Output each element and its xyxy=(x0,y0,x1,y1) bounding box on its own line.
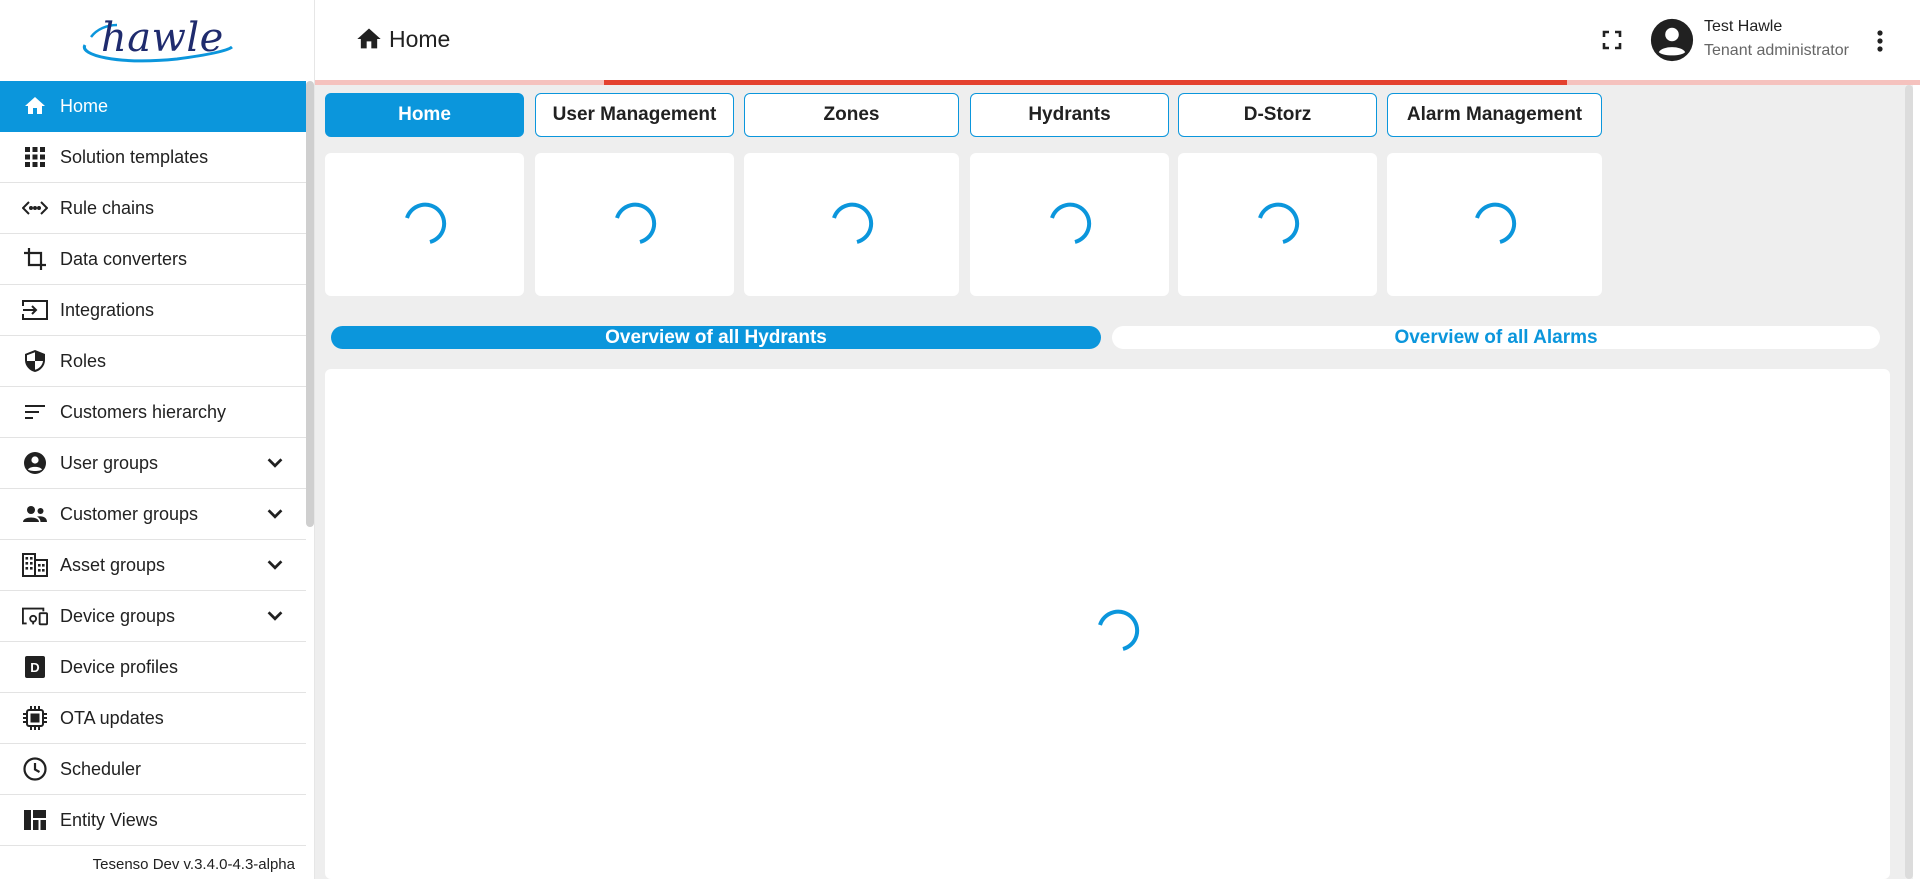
sidebar-item-entity-views[interactable]: Entity Views xyxy=(0,795,306,846)
tab-overview-hydrants[interactable]: Overview of all Hydrants xyxy=(331,326,1101,349)
loading-spinner-icon xyxy=(1050,202,1092,244)
sort-icon xyxy=(22,399,48,425)
sidebar-item-device-groups[interactable]: Device groups xyxy=(0,591,306,642)
tab-home[interactable]: Home xyxy=(325,93,524,137)
breadcrumb: Home xyxy=(355,25,450,53)
widget-card xyxy=(970,153,1169,296)
more-vert-icon[interactable] xyxy=(1868,27,1892,55)
sidebar-item-label: Entity Views xyxy=(60,809,158,830)
tab-overview-alarms[interactable]: Overview of all Alarms xyxy=(1112,326,1880,349)
dashboard-area: Home User Management Zones Hydrants D-St… xyxy=(315,85,1905,879)
crop-icon xyxy=(22,246,48,272)
breadcrumb-label: Home xyxy=(389,25,451,52)
sidebar-item-roles[interactable]: Roles xyxy=(0,336,306,387)
tab-alarm-management[interactable]: Alarm Management xyxy=(1387,93,1602,137)
sidebar-item-label: OTA updates xyxy=(60,707,164,728)
devices-other-icon xyxy=(22,603,48,629)
home-icon xyxy=(22,93,48,119)
sidebar-item-label: Roles xyxy=(60,350,107,371)
sidebar-item-home[interactable]: Home xyxy=(0,81,306,132)
sidebar-item-scheduler[interactable]: Scheduler xyxy=(0,744,306,795)
sidebar-item-label: Rule chains xyxy=(60,197,155,218)
clock-icon xyxy=(22,756,48,782)
sidebar-item-solution-templates[interactable]: Solution templates xyxy=(0,132,306,183)
overview-panel xyxy=(325,369,1890,879)
logo-text: hawle xyxy=(101,14,224,61)
version-label: Tesenso Dev v.3.4.0-4.3-alpha xyxy=(92,856,295,873)
loading-spinner-icon xyxy=(405,202,447,244)
chevron-down-icon[interactable] xyxy=(264,605,286,627)
widget-card xyxy=(325,153,524,296)
sidebar-item-asset-groups[interactable]: Asset groups xyxy=(0,540,306,591)
widget-card xyxy=(1178,153,1377,296)
sidebar: hawle Home Solution templates Rule chain… xyxy=(0,0,315,879)
widget-card xyxy=(535,153,734,296)
tab-d-storz[interactable]: D-Storz xyxy=(1178,93,1377,137)
sidebar-item-customer-groups[interactable]: Customer groups xyxy=(0,489,306,540)
widget-card xyxy=(744,153,959,296)
account-circle-icon xyxy=(22,450,48,476)
sidebar-item-customers-hierarchy[interactable]: Customers hierarchy xyxy=(0,387,306,438)
memory-chip-icon xyxy=(22,705,48,731)
chevron-down-icon[interactable] xyxy=(264,452,286,474)
chevron-down-icon[interactable] xyxy=(264,503,286,525)
sidebar-item-label: Solution templates xyxy=(60,146,209,167)
apps-grid-icon xyxy=(22,144,48,170)
widget-card xyxy=(1387,153,1602,296)
view-quilt-icon xyxy=(22,807,48,833)
tab-hydrants[interactable]: Hydrants xyxy=(970,93,1169,137)
sidebar-item-label: Integrations xyxy=(60,299,155,320)
input-icon xyxy=(22,297,48,323)
sidebar-menu: Home Solution templates Rule chains Data… xyxy=(0,81,306,846)
sidebar-item-integrations[interactable]: Integrations xyxy=(0,285,306,336)
user-name[interactable]: Test Hawle xyxy=(1704,18,1782,36)
sidebar-item-label: Scheduler xyxy=(60,758,142,779)
loading-spinner-icon xyxy=(832,202,874,244)
sidebar-item-label: Data converters xyxy=(60,248,188,269)
tab-user-management[interactable]: User Management xyxy=(535,93,734,137)
loading-spinner-icon xyxy=(1098,609,1140,651)
shield-icon xyxy=(22,348,48,374)
tab-zones[interactable]: Zones xyxy=(744,93,959,137)
sidebar-scrollbar[interactable] xyxy=(306,81,314,527)
sidebar-item-device-profiles[interactable]: D Device profiles xyxy=(0,642,306,693)
loading-spinner-icon xyxy=(1475,202,1517,244)
main-scrollbar[interactable] xyxy=(1905,85,1913,879)
loading-spinner-icon xyxy=(1258,202,1300,244)
hawle-logo[interactable]: hawle xyxy=(77,11,237,71)
top-bar: Home Test Hawle Tenant administrator xyxy=(315,0,1920,81)
sidebar-item-rule-chains[interactable]: Rule chains xyxy=(0,183,306,234)
user-role: Tenant administrator xyxy=(1704,42,1849,59)
main-scrollbar-thumb[interactable] xyxy=(1905,85,1913,879)
fullscreen-icon[interactable] xyxy=(1600,28,1624,52)
logo-area: hawle xyxy=(0,0,314,81)
svg-text:D: D xyxy=(30,660,39,675)
home-icon xyxy=(357,28,381,49)
sidebar-item-label: Customers hierarchy xyxy=(60,401,227,422)
sidebar-item-user-groups[interactable]: User groups xyxy=(0,438,306,489)
sidebar-item-ota-updates[interactable]: OTA updates xyxy=(0,693,306,744)
code-arrows-icon xyxy=(22,195,48,221)
sidebar-item-data-converters[interactable]: Data converters xyxy=(0,234,306,285)
supervisor-account-icon xyxy=(22,501,48,527)
user-avatar-icon[interactable] xyxy=(1650,18,1694,62)
domain-icon xyxy=(22,552,48,578)
sidebar-item-label: Home xyxy=(60,95,109,116)
chevron-down-icon[interactable] xyxy=(264,554,286,576)
loading-spinner-icon xyxy=(615,202,657,244)
device-profile-icon: D xyxy=(22,654,48,680)
sidebar-item-label: Device profiles xyxy=(60,656,179,677)
